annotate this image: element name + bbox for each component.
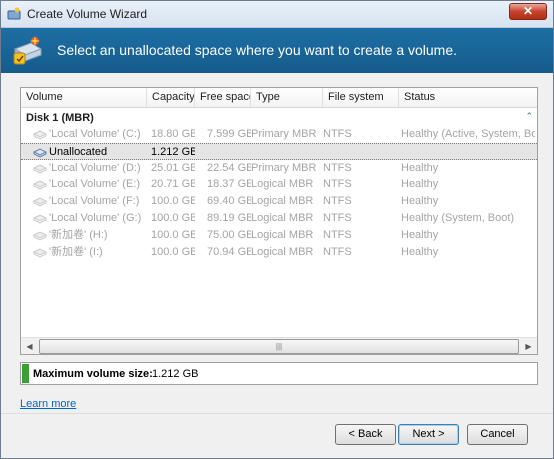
drive-icon <box>33 164 47 174</box>
cell-file-system: NTFS <box>323 161 352 174</box>
cell-free-space: 7.599 GB <box>207 128 251 140</box>
volume-row[interactable]: '新加卷' (H:) 100.0 GB 75.00 GB Logical MBR NTF… <box>21 227 537 244</box>
volume-row[interactable]: 'Local Volume' (D:) 25.01 GB 22.54 GB Prima… <box>21 160 537 177</box>
cell-capacity: 100.0 GB <box>151 228 195 241</box>
volume-row[interactable]: '新加卷' (I:) 100.0 GB 70.94 GB Logical MBR NTF… <box>21 244 537 261</box>
column-header-status[interactable]: Status <box>399 88 537 107</box>
cell-type: Logical MBR <box>251 245 314 258</box>
cell-capacity: 18.80 GB <box>151 128 195 140</box>
volume-row[interactable]: 'Local Volume' (E:) 20.71 GB 18.37 GB Logic… <box>21 176 537 193</box>
volume-row[interactable]: 'Local Volume' (F:) 100.0 GB 69.40 GB Logic… <box>21 193 537 210</box>
cell-free-space: 22.54 GB <box>207 161 251 174</box>
size-indicator-bar <box>22 364 29 383</box>
cell-type: Logical MBR <box>251 178 314 191</box>
volume-row[interactable]: 'Local Volume' (G:) 100.0 GB 89.19 GB Logic… <box>21 210 537 227</box>
cell-volume: 'Local Volume' (F:) <box>49 195 140 208</box>
max-volume-size-value: 1.212 GB <box>152 368 199 380</box>
cell-file-system: NTFS <box>323 178 352 191</box>
disk-group-label: Disk 1 (MBR) <box>26 112 94 124</box>
scroll-thumb[interactable]: ||| <box>39 339 519 354</box>
drive-icon <box>33 130 47 140</box>
list-header: Volume Capacity Free space Type File sys… <box>21 88 537 108</box>
banner-instruction: Select an unallocated space where you wa… <box>57 42 458 58</box>
column-header-volume[interactable]: Volume <box>21 88 147 107</box>
cell-volume: '新加卷' (I:) <box>49 245 103 258</box>
horizontal-scrollbar[interactable]: ◀ ||| ▶ <box>21 337 537 354</box>
drive-icon <box>33 148 47 158</box>
scroll-right-icon[interactable]: ▶ <box>520 338 537 355</box>
cell-type: Logical MBR <box>251 195 314 208</box>
cell-file-system: NTFS <box>323 212 352 224</box>
volume-row[interactable]: 'Local Volume' (C:) 18.80 GB 7.599 GB Prima… <box>21 126 537 143</box>
drive-icon <box>33 231 47 241</box>
cell-capacity: 25.01 GB <box>151 161 195 174</box>
cell-volume: '新加卷' (H:) <box>49 228 108 241</box>
cell-free-space: 70.94 GB <box>207 245 251 258</box>
back-button[interactable]: < Back <box>335 424 396 445</box>
cell-status: Healthy (System, Boot) <box>401 212 515 224</box>
cell-volume: 'Local Volume' (C:) <box>49 128 141 140</box>
scroll-left-icon[interactable]: ◀ <box>21 338 38 355</box>
wizard-banner: Select an unallocated space where you wa… <box>1 28 553 73</box>
drive-icon <box>33 248 47 258</box>
disk-wizard-icon <box>13 36 43 65</box>
cell-free-space: 89.19 GB <box>207 212 251 224</box>
window-title: Create Volume Wizard <box>27 7 148 21</box>
cell-capacity: 1.212 GB <box>151 145 195 158</box>
next-button[interactable]: Next > <box>398 424 459 445</box>
cell-volume: 'Local Volume' (G:) <box>49 212 142 224</box>
cell-status: Healthy <box>401 178 439 191</box>
cell-type: Primary MBR <box>251 128 317 140</box>
cell-capacity: 100.0 GB <box>151 212 195 224</box>
title-bar[interactable]: Create Volume Wizard ✕ <box>1 1 553 28</box>
unallocated-row[interactable]: Unallocated 1.212 GB <box>21 142 537 160</box>
cell-file-system: NTFS <box>323 195 352 208</box>
column-header-type[interactable]: Type <box>251 88 323 107</box>
cell-capacity: 100.0 GB <box>151 245 195 258</box>
column-header-file-system[interactable]: File system <box>323 88 399 107</box>
column-header-capacity[interactable]: Capacity <box>147 88 195 107</box>
cell-status: Healthy <box>401 228 439 241</box>
cell-volume: Unallocated <box>49 145 108 158</box>
drive-icon <box>33 214 47 224</box>
cell-free-space: 18.37 GB <box>207 178 251 191</box>
cell-type: Logical MBR <box>251 228 314 241</box>
cell-free-space: 69.40 GB <box>207 195 251 208</box>
cell-capacity: 20.71 GB <box>151 178 195 191</box>
cell-file-system: NTFS <box>323 128 352 140</box>
learn-more-link[interactable]: Learn more <box>20 398 76 410</box>
cell-free-space: 75.00 GB <box>207 228 251 241</box>
cell-file-system: NTFS <box>323 245 352 258</box>
column-header-free-space[interactable]: Free space <box>195 88 251 107</box>
volume-list[interactable]: Volume Capacity Free space Type File sys… <box>20 87 538 355</box>
cell-type: Primary MBR <box>251 161 317 174</box>
cell-capacity: 100.0 GB <box>151 195 195 208</box>
drive-icon <box>33 197 47 207</box>
cell-status: Healthy (Active, System, Boot) <box>401 128 535 140</box>
collapse-chevron-icon[interactable]: ⌃ <box>525 111 533 122</box>
wizard-app-icon <box>7 7 21 20</box>
cell-file-system: NTFS <box>323 228 352 241</box>
footer-divider <box>1 413 553 414</box>
drive-icon <box>33 180 47 190</box>
max-volume-size-label: Maximum volume size: <box>33 368 153 380</box>
create-volume-wizard-window: Create Volume Wizard ✕ Select an unalloc… <box>0 0 554 459</box>
cell-status: Healthy <box>401 161 439 174</box>
cell-status: Healthy <box>401 245 439 258</box>
cell-type: Logical MBR <box>251 212 314 224</box>
cell-volume: 'Local Volume' (D:) <box>49 161 141 174</box>
cancel-button[interactable]: Cancel <box>467 424 528 445</box>
close-icon: ✕ <box>522 4 534 18</box>
cell-volume: 'Local Volume' (E:) <box>49 178 141 191</box>
close-button[interactable]: ✕ <box>509 3 547 20</box>
cell-status: Healthy <box>401 195 439 208</box>
max-volume-size-panel: Maximum volume size: 1.212 GB <box>20 362 538 385</box>
